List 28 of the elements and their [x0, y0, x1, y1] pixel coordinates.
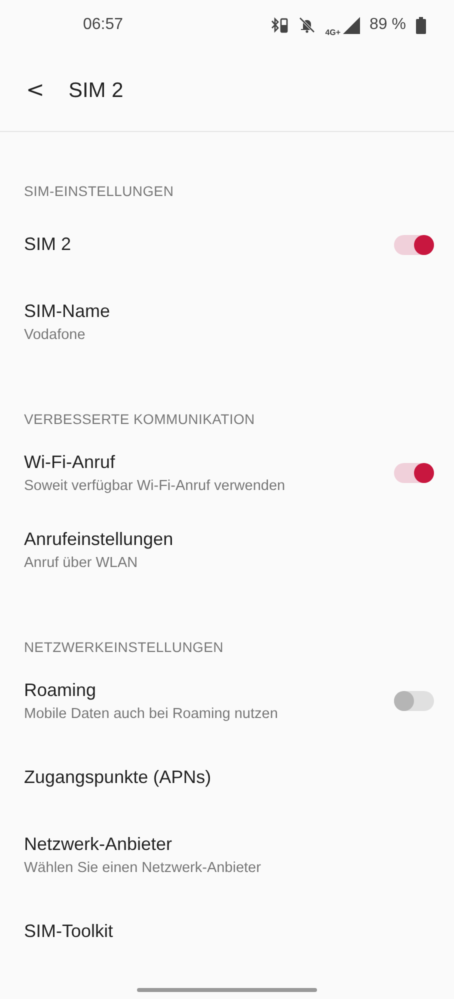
- battery-icon: [416, 16, 426, 34]
- setting-title[interactable]: Zugangspunkte (APNs): [24, 767, 434, 788]
- muted-bell-icon: [299, 17, 316, 33]
- section-title: VERBESSERTE KOMMUNIKATION: [23, 410, 256, 429]
- setting-title[interactable]: SIM-Name: [24, 300, 434, 322]
- setting-title[interactable]: SIM 2: [24, 234, 394, 255]
- battery-percent: 89 %: [370, 16, 406, 34]
- section-title: NETZWERKEINSTELLUNGEN: [23, 638, 224, 657]
- setting-title[interactable]: Netzwerk-Anbieter: [24, 834, 434, 854]
- bluetooth-battery-icon: [271, 17, 290, 33]
- network-type: 4G+: [325, 28, 341, 36]
- toggle-switch[interactable]: [394, 690, 434, 710]
- setting-subtitle: Mobile Daten auch bei Roaming nutzen: [24, 706, 279, 722]
- back-button[interactable]: <: [22, 78, 48, 103]
- setting-title[interactable]: Roaming: [24, 680, 394, 700]
- setting-subtitle: Vodafone: [24, 326, 86, 342]
- toggle-switch[interactable]: [394, 462, 434, 482]
- toggle-switch[interactable]: [394, 234, 434, 254]
- status-time: 06:57: [83, 16, 124, 34]
- setting-subtitle: Wählen Sie einen Netzwerk-Anbieter: [24, 860, 262, 876]
- setting-subtitle: Anruf über WLAN: [24, 554, 139, 570]
- signal-icon: [342, 16, 360, 34]
- page-title: SIM 2: [68, 78, 124, 102]
- setting-subtitle: Soweit verfügbar Wi-Fi-Anruf verwenden: [24, 478, 286, 494]
- setting-title[interactable]: SIM-Toolkit: [24, 921, 434, 942]
- setting-title[interactable]: Anrufeinstellungen: [24, 528, 434, 550]
- setting-title[interactable]: Wi-Fi-Anruf: [24, 452, 394, 472]
- section-title: SIM-EINSTELLUNGEN: [23, 182, 175, 201]
